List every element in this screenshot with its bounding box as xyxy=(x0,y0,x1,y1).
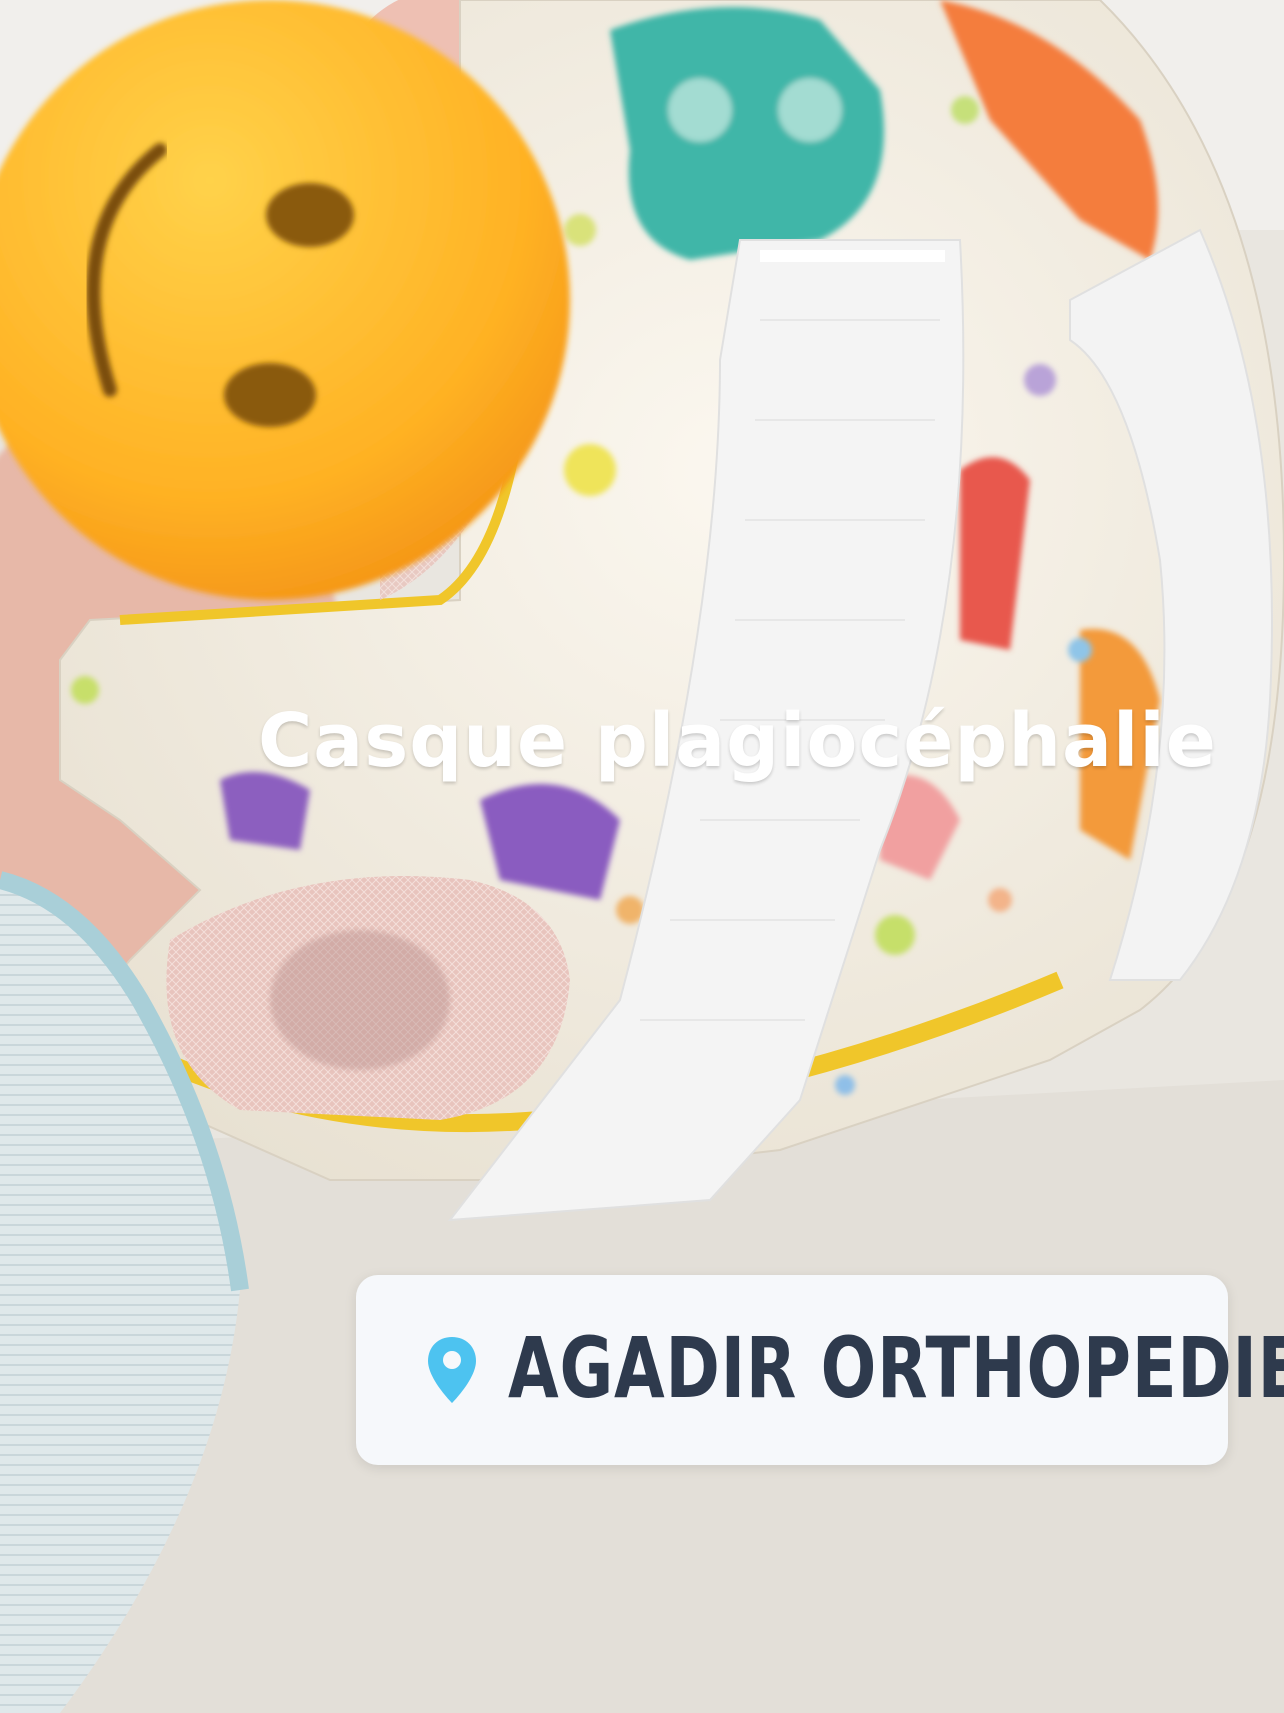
story-caption: Casque plagiocéphalie xyxy=(258,698,1217,784)
location-pin-icon xyxy=(428,1337,476,1403)
location-sticker[interactable]: AGADIR ORTHOPEDIE xyxy=(356,1275,1284,1465)
location-label: AGADIR ORTHOPEDIE xyxy=(508,1319,1284,1417)
story-canvas: Casque plagiocéphalie AGADIR ORTHOPEDIE xyxy=(0,0,1284,1713)
